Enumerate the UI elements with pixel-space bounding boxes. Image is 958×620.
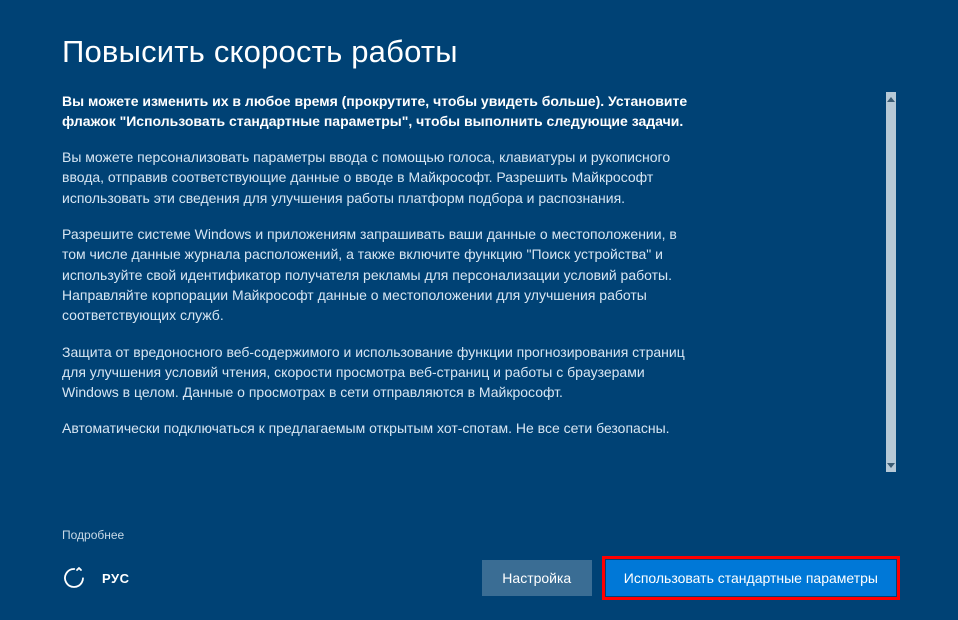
scroll-down-button[interactable] xyxy=(886,458,896,472)
action-buttons: Настройка Использовать стандартные парам… xyxy=(482,560,896,596)
use-express-settings-button[interactable]: Использовать стандартные параметры xyxy=(606,560,896,596)
ease-of-access-area: РУС xyxy=(62,566,129,590)
ease-of-access-icon[interactable] xyxy=(62,566,86,590)
footer-bar: РУС Настройка Использовать стандартные п… xyxy=(62,560,896,596)
customize-button[interactable]: Настройка xyxy=(482,560,592,596)
chevron-up-icon xyxy=(887,97,895,102)
page-title: Повысить скорость работы xyxy=(62,34,896,70)
paragraph-1: Вы можете персонализовать параметры ввод… xyxy=(62,147,702,208)
content-panel: Вы можете изменить их в любое время (про… xyxy=(62,92,886,520)
learn-more-link[interactable]: Подробнее xyxy=(62,528,896,542)
oobe-express-settings-page: Повысить скорость работы Вы можете измен… xyxy=(0,0,958,620)
scroll-up-button[interactable] xyxy=(886,92,896,106)
paragraph-4: Автоматически подключаться к предлагаемы… xyxy=(62,418,702,438)
scroll-area: Вы можете изменить их в любое время (про… xyxy=(62,92,896,520)
chevron-down-icon xyxy=(887,463,895,468)
paragraph-2: Разрешите системе Windows и приложениям … xyxy=(62,224,702,325)
vertical-scrollbar[interactable] xyxy=(886,92,896,472)
intro-text: Вы можете изменить их в любое время (про… xyxy=(62,92,712,131)
paragraph-3: Защита от вредоносного веб-содержимого и… xyxy=(62,342,702,403)
language-indicator[interactable]: РУС xyxy=(102,571,129,586)
